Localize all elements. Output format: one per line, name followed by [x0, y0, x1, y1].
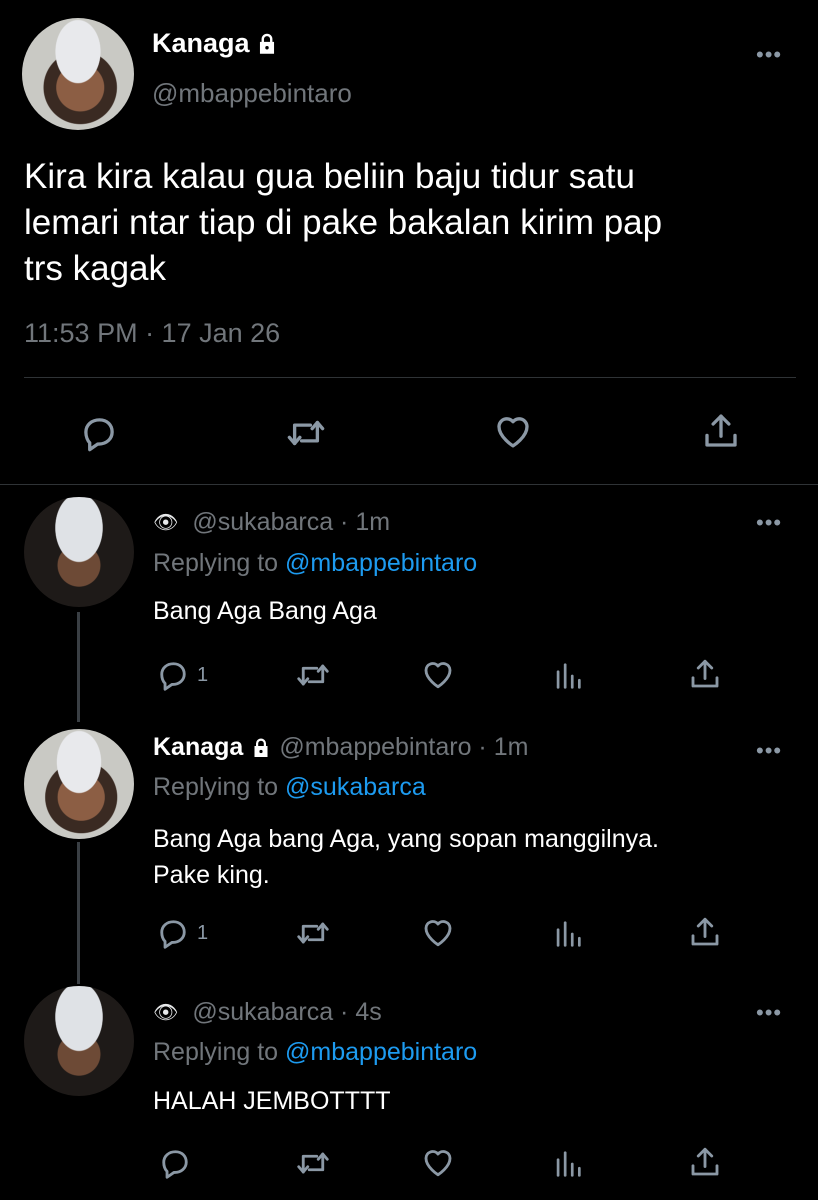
replying-to: Replying to @mbappebintaro — [153, 1038, 477, 1067]
author-name-row[interactable]: Kanaga — [152, 28, 280, 59]
reply-header: Kanaga @mbappebintaro · 1m — [153, 733, 528, 762]
more-options-icon[interactable]: ••• — [756, 1002, 782, 1024]
avatar[interactable] — [22, 18, 134, 130]
replying-to-label: Replying to — [153, 1038, 279, 1066]
replying-to-link[interactable]: @mbappebintaro — [285, 1038, 477, 1066]
reply-icon[interactable] — [78, 412, 120, 454]
reply-text-line: Pake king. — [153, 861, 270, 889]
reply-icon[interactable] — [155, 657, 191, 693]
share-icon[interactable] — [687, 914, 723, 950]
tweet-text: Kira kira kalau gua beliin baju tidur sa… — [24, 154, 662, 292]
reply-button[interactable]: 1 — [155, 657, 208, 693]
tweet-text-line: lemari ntar tiap di pake bakalan kirim p… — [24, 203, 663, 242]
replying-to-link[interactable]: @mbappebintaro — [285, 549, 477, 577]
reply-header: 👁 @sukabarca · 4s — [153, 998, 382, 1027]
replying-to: Replying to @sukabarca — [153, 773, 426, 802]
like-icon[interactable] — [420, 914, 456, 950]
reply-text: Bang Aga Bang Aga — [153, 597, 377, 625]
like-icon[interactable] — [492, 410, 534, 452]
replying-to: Replying to @mbappebintaro — [153, 549, 477, 578]
retweet-icon[interactable] — [295, 915, 331, 951]
like-icon[interactable] — [420, 1144, 456, 1180]
reply-count: 1 — [197, 921, 209, 944]
reply-text: Bang Aga bang Aga, yang sopan manggilnya… — [153, 821, 659, 893]
more-options-icon[interactable]: ••• — [756, 740, 782, 762]
retweet-icon[interactable] — [295, 1145, 331, 1181]
eye-icon: 👁 — [153, 512, 179, 534]
more-options-icon[interactable]: ••• — [756, 44, 782, 66]
retweet-icon[interactable] — [285, 412, 327, 454]
reply-handle-time[interactable]: @sukabarca · 4s — [192, 998, 381, 1027]
reply-icon[interactable] — [157, 1145, 193, 1181]
divider — [24, 377, 796, 378]
like-icon[interactable] — [420, 656, 456, 692]
share-icon[interactable] — [700, 410, 742, 452]
stats-icon[interactable] — [551, 917, 585, 951]
stats-icon[interactable] — [551, 659, 585, 693]
reply-button[interactable]: 1 — [155, 915, 208, 951]
share-icon[interactable] — [687, 656, 723, 692]
lock-icon — [254, 31, 280, 57]
tweet-text-line: trs kagak — [24, 249, 166, 288]
lock-icon — [249, 736, 273, 760]
more-options-icon[interactable]: ••• — [756, 512, 782, 534]
reply-icon[interactable] — [155, 915, 191, 951]
tweet-timestamp[interactable]: 11:53 PM · 17 Jan 26 — [24, 318, 280, 349]
replying-to-label: Replying to — [153, 549, 279, 577]
avatar[interactable] — [24, 729, 134, 839]
reply-handle-time[interactable]: @sukabarca · 1m — [192, 508, 390, 537]
retweet-icon[interactable] — [295, 657, 331, 693]
author-name[interactable]: Kanaga — [153, 733, 243, 762]
tweet-text-line: Kira kira kalau gua beliin baju tidur sa… — [24, 157, 635, 196]
reply-text-line: Bang Aga bang Aga, yang sopan manggilnya… — [153, 825, 659, 853]
reply-count: 1 — [197, 663, 209, 686]
reply-handle-time[interactable]: @mbappebintaro · 1m — [279, 733, 528, 762]
replying-to-label: Replying to — [153, 773, 279, 801]
replying-to-link[interactable]: @sukabarca — [285, 773, 426, 801]
author-name[interactable]: Kanaga — [152, 28, 250, 59]
reply-header: 👁 @sukabarca · 1m — [153, 508, 390, 537]
eye-icon: 👁 — [153, 1002, 179, 1024]
thread-connector — [77, 612, 80, 722]
thread-connector — [77, 842, 80, 984]
reply-text: HALAH JEMBOTTTT — [153, 1087, 391, 1115]
avatar[interactable] — [24, 986, 134, 1096]
divider — [0, 484, 818, 485]
share-icon[interactable] — [687, 1144, 723, 1180]
stats-icon[interactable] — [551, 1147, 585, 1181]
avatar[interactable] — [24, 497, 134, 607]
author-handle[interactable]: @mbappebintaro — [152, 78, 352, 109]
